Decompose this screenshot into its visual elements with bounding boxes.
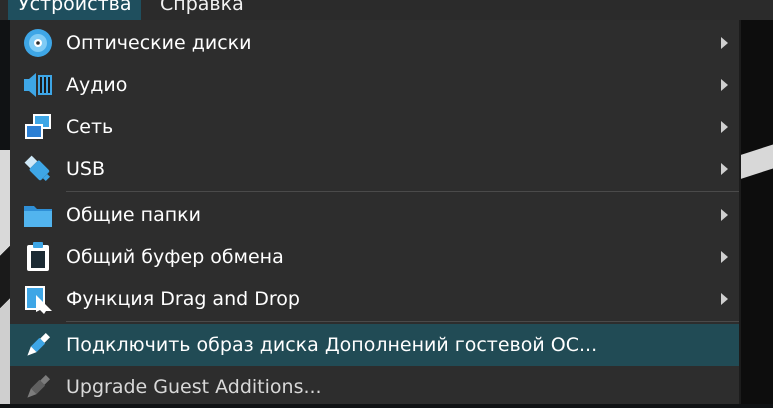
menu-help[interactable]: Справка <box>150 0 254 20</box>
menu-item-label: Подключить образ диска Дополнений гостев… <box>66 334 598 356</box>
submenu-arrow-icon <box>721 79 728 91</box>
menu-separator <box>66 191 739 192</box>
menu-item-shared-folders[interactable]: Общие папки <box>10 194 739 236</box>
folder-icon <box>22 199 54 231</box>
drag-drop-icon <box>22 283 54 315</box>
submenu-arrow-icon <box>721 121 728 133</box>
menu-item-upgrade-guest-additions[interactable]: Upgrade Guest Additions... <box>10 366 739 408</box>
menu-item-label: Функция Drag and Drop <box>66 288 300 310</box>
menu-item-usb[interactable]: USB <box>10 148 739 190</box>
audio-icon <box>22 69 54 101</box>
submenu-arrow-icon <box>721 37 728 49</box>
guest-additions-disabled-icon <box>22 371 54 403</box>
menu-item-network[interactable]: Сеть <box>10 106 739 148</box>
menu-item-audio[interactable]: Аудио <box>10 64 739 106</box>
guest-additions-icon <box>22 329 54 361</box>
menu-item-label: Аудио <box>66 74 128 96</box>
background-window-edge <box>0 150 10 404</box>
menu-item-label: Сеть <box>66 116 114 138</box>
submenu-arrow-icon <box>721 163 728 175</box>
usb-icon <box>22 153 54 185</box>
menu-item-label: Общие папки <box>66 204 201 226</box>
menu-devices[interactable]: Устройства <box>8 0 142 20</box>
menu-separator <box>66 321 739 322</box>
submenu-arrow-icon <box>721 293 728 305</box>
menu-item-label: Оптические диски <box>66 32 252 54</box>
menu-item-drag-and-drop[interactable]: Функция Drag and Drop <box>10 278 739 320</box>
menu-item-label: Upgrade Guest Additions... <box>66 376 322 398</box>
submenu-arrow-icon <box>721 209 728 221</box>
menu-item-label: USB <box>66 158 106 180</box>
background-window <box>739 20 773 404</box>
menubar: Устройства Справка <box>0 0 773 20</box>
menu-item-optical-disks[interactable]: Оптические диски <box>10 22 739 64</box>
submenu-arrow-icon <box>721 251 728 263</box>
devices-dropdown-menu: Оптические диски Аудио Сеть USB Общие па… <box>10 20 739 404</box>
optical-disc-icon <box>22 27 54 59</box>
menu-item-insert-guest-additions[interactable]: Подключить образ диска Дополнений гостев… <box>10 324 739 366</box>
clipboard-icon <box>22 241 54 273</box>
network-icon <box>22 111 54 143</box>
menu-item-label: Общий буфер обмена <box>66 246 284 268</box>
menu-item-shared-clipboard[interactable]: Общий буфер обмена <box>10 236 739 278</box>
